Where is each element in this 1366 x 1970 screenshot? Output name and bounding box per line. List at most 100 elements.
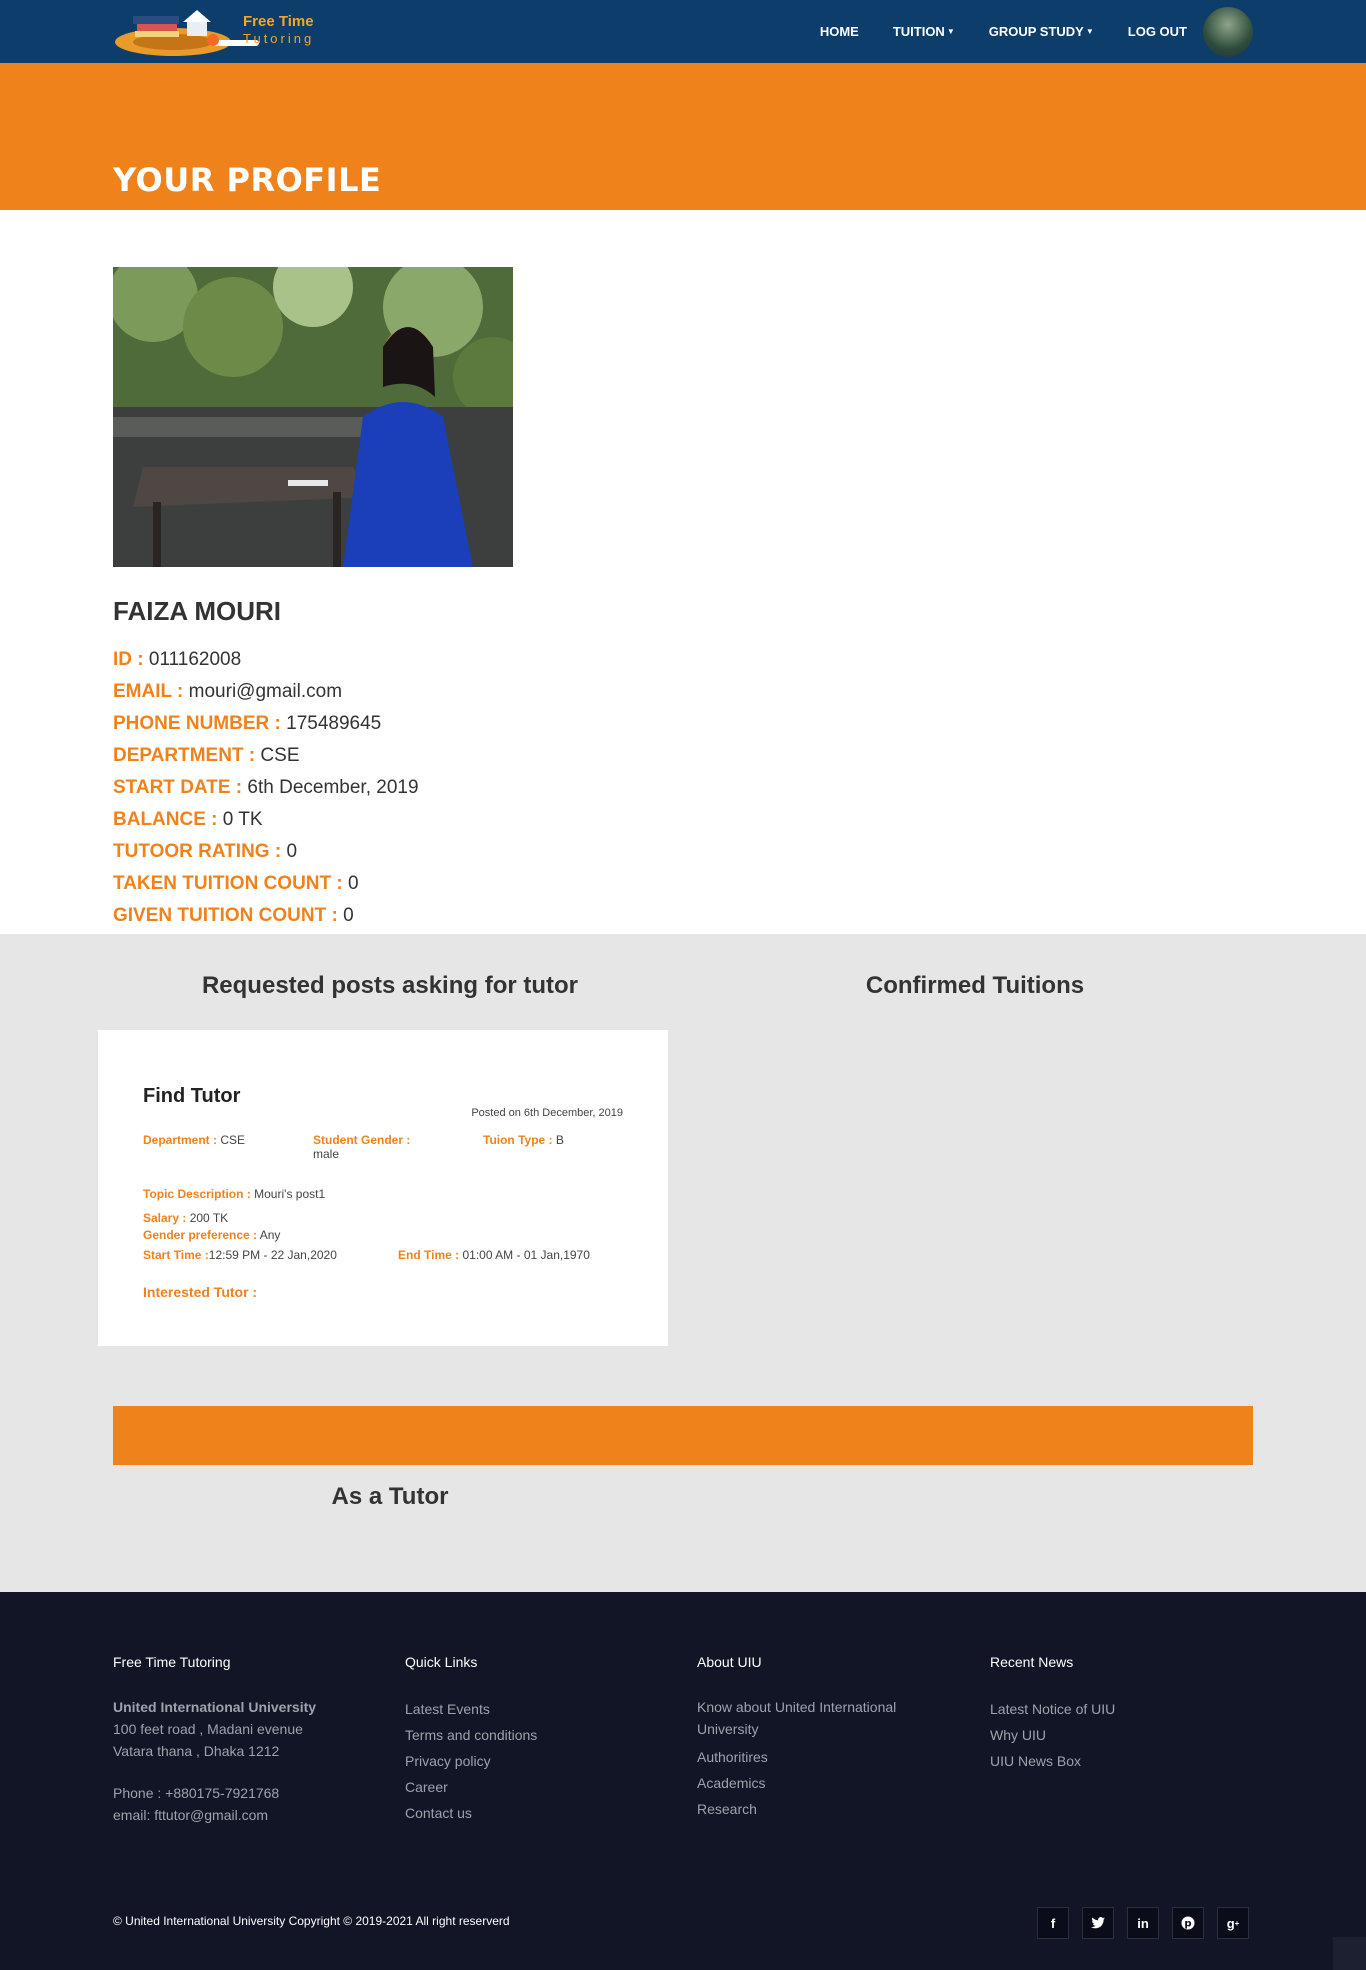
card-tuition-type: Tuion Type : B	[483, 1133, 564, 1147]
footer-link-authorities[interactable]: Authoritires	[697, 1744, 937, 1770]
info-label: START DATE :	[113, 777, 243, 798]
card-department: Department : CSE	[143, 1133, 245, 1147]
footer-link-privacy[interactable]: Privacy policy	[405, 1748, 685, 1774]
footer-col-quick-links: Quick Links Latest Events Terms and cond…	[405, 1654, 685, 1826]
card-student-gender: Student Gender : male	[313, 1133, 433, 1161]
page-hero: YOUR PROFILE	[0, 63, 1366, 210]
footer-link-terms[interactable]: Terms and conditions	[405, 1722, 685, 1748]
footer-heading: Recent News	[990, 1654, 1074, 1670]
requested-posts-heading: Requested posts asking for tutor	[201, 972, 579, 999]
info-label: EMAIL :	[113, 681, 184, 702]
nav-logout[interactable]: LOG OUT	[1128, 24, 1187, 39]
info-taken-count: TAKEN TUITION COUNT : 0	[113, 868, 419, 900]
footer-phone: Phone : +880175-7921768	[113, 1785, 280, 1801]
caret-down-icon: ▼	[1085, 27, 1094, 36]
tutor-request-card[interactable]: Find Tutor Posted on 6th December, 2019 …	[98, 1030, 668, 1346]
footer-heading: Free Time Tutoring	[113, 1654, 231, 1670]
info-rating: TUTOOR RATING : 0	[113, 836, 419, 868]
footer-link-research[interactable]: Research	[697, 1796, 937, 1822]
nav-home-label: HOME	[819, 24, 859, 39]
info-label: GIVEN TUITION COUNT :	[113, 905, 338, 926]
info-value: 0 TK	[222, 809, 263, 830]
footer-col-about: About UIU Know about United Internationa…	[697, 1654, 937, 1822]
info-email: EMAIL : mouri@gmail.com	[113, 676, 419, 708]
nav-tuition[interactable]: TUITION ▼	[893, 24, 955, 39]
card-value: Mouri's post1	[254, 1187, 326, 1201]
profile-photo	[113, 267, 513, 567]
posts-section: Requested posts asking for tutor Confirm…	[0, 934, 1366, 1592]
footer-col-contact: Free Time Tutoring United International …	[113, 1654, 393, 1826]
social-links: f in p g +	[1037, 1907, 1249, 1939]
footer-heading: About UIU	[697, 1654, 762, 1670]
info-id: ID : 011162008	[113, 644, 419, 676]
twitter-icon[interactable]	[1082, 1907, 1114, 1939]
info-label: PHONE NUMBER :	[113, 713, 281, 734]
page-title: YOUR PROFILE	[113, 161, 382, 199]
site-footer: Free Time Tutoring United International …	[0, 1592, 1366, 1970]
caret-down-icon: ▼	[946, 27, 955, 36]
logo-name-line2: Tutoring	[243, 31, 315, 46]
info-start-date: START DATE : 6th December, 2019	[113, 772, 419, 804]
footer-link-latest-notice[interactable]: Latest Notice of UIU	[990, 1696, 1270, 1722]
card-title: Find Tutor	[143, 1085, 241, 1107]
footer-link-latest-events[interactable]: Latest Events	[405, 1696, 685, 1722]
footer-link-news-box[interactable]: UIU News Box	[990, 1748, 1270, 1774]
footer-link-know-uiu[interactable]: Know about United International Universi…	[697, 1696, 937, 1740]
footer-link-contact[interactable]: Contact us	[405, 1800, 685, 1826]
as-tutor-heading: As a Tutor	[331, 1483, 449, 1510]
info-label: TUTOOR RATING :	[113, 841, 282, 862]
card-label: Interested Tutor :	[143, 1284, 258, 1300]
info-value: 0	[343, 905, 354, 926]
info-label: TAKEN TUITION COUNT :	[113, 873, 343, 894]
site-logo[interactable]: Free Time Tutoring	[113, 4, 345, 58]
user-avatar[interactable]	[1203, 6, 1253, 57]
card-topic: Topic Description : Mouri's post1	[143, 1187, 325, 1201]
card-value: Any	[259, 1228, 281, 1242]
profile-info-list: ID : 011162008 EMAIL : mouri@gmail.com P…	[113, 644, 419, 932]
card-posted-date: Posted on 6th December, 2019	[471, 1107, 623, 1119]
info-given-count: GIVEN TUITION COUNT : 0	[113, 900, 419, 932]
main-nav: HOME TUITION ▼ GROUP STUDY ▼ LOG OUT	[820, 0, 1253, 63]
card-label: Gender preference :	[143, 1228, 258, 1242]
nav-home[interactable]: HOME	[820, 24, 859, 39]
linkedin-icon[interactable]: in	[1127, 1907, 1159, 1939]
card-value: 12:59 PM - 22 Jan,2020	[208, 1248, 337, 1262]
facebook-icon[interactable]: f	[1037, 1907, 1069, 1939]
logo-name-line1: Free Time	[243, 13, 314, 30]
tutor-section-bar	[113, 1406, 1253, 1465]
card-salary: Salary : 200 TK	[143, 1211, 228, 1225]
footer-link-why-uiu[interactable]: Why UIU	[990, 1722, 1270, 1748]
card-value: B	[555, 1133, 564, 1147]
info-balance: BALANCE : 0 TK	[113, 804, 419, 836]
card-label: Department :	[143, 1133, 218, 1147]
card-label: End Time :	[398, 1248, 460, 1262]
card-value: CSE	[220, 1133, 246, 1147]
profile-section: FAIZA MOURI ID : 011162008 EMAIL : mouri…	[0, 210, 1366, 934]
profile-name: FAIZA MOURI	[113, 596, 282, 626]
footer-email: email: fttutor@gmail.com	[113, 1807, 269, 1823]
pinterest-icon[interactable]: p	[1172, 1907, 1204, 1939]
google-plus-icon[interactable]: g +	[1217, 1907, 1249, 1939]
info-value: mouri@gmail.com	[188, 681, 343, 702]
info-department: DEPARTMENT : CSE	[113, 740, 419, 772]
nav-group-study[interactable]: GROUP STUDY ▼	[989, 24, 1094, 39]
footer-address-1: 100 feet road , Madani evenue	[113, 1721, 303, 1737]
footer-col-news: Recent News Latest Notice of UIU Why UIU…	[990, 1654, 1270, 1774]
card-label: Topic Description :	[143, 1187, 251, 1201]
footer-heading: Quick Links	[405, 1654, 478, 1670]
scroll-to-top-button[interactable]	[1333, 1937, 1366, 1970]
nav-tuition-label: TUITION	[892, 24, 945, 39]
confirmed-tuitions-heading: Confirmed Tuitions	[865, 972, 1085, 999]
card-end-time: End Time : 01:00 AM - 01 Jan,1970	[398, 1248, 590, 1262]
top-navbar: Free Time Tutoring HOME TUITION ▼ GROUP S…	[0, 0, 1366, 63]
nav-logout-label: LOG OUT	[1127, 24, 1187, 39]
info-value: 175489645	[286, 713, 382, 734]
footer-link-career[interactable]: Career	[405, 1774, 685, 1800]
footer-org: United International University	[113, 1699, 317, 1715]
info-value: CSE	[260, 745, 300, 766]
info-label: BALANCE :	[113, 809, 218, 830]
card-gender-preference: Gender preference : Any	[143, 1228, 280, 1242]
info-value: 0	[348, 873, 359, 894]
footer-link-academics[interactable]: Academics	[697, 1770, 937, 1796]
card-label: Student Gender :	[313, 1133, 411, 1147]
